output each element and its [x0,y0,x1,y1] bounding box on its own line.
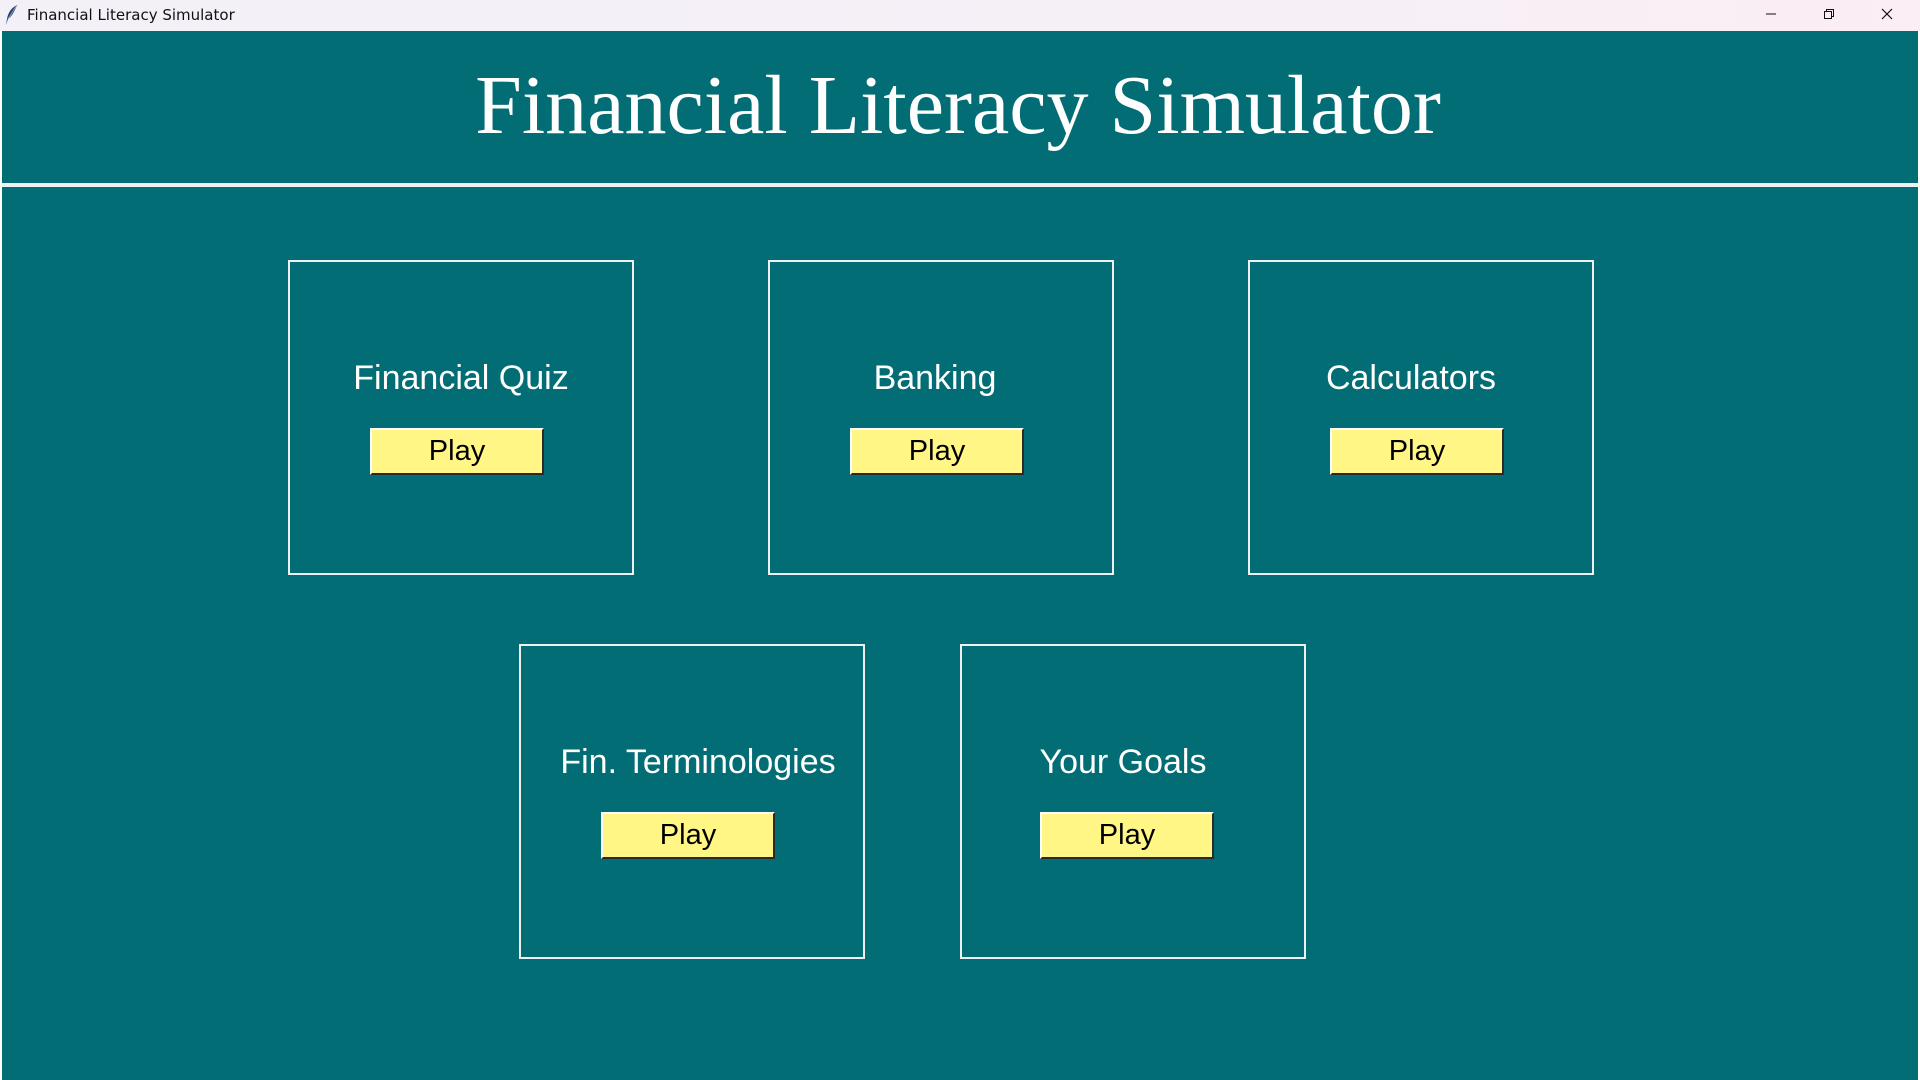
title-bar[interactable]: Financial Literacy Simulator [0,0,1920,31]
card-your-goals: Your Goals Play [960,644,1306,959]
card-banking: Banking Play [768,260,1114,575]
card-label: Your Goals [1039,743,1207,781]
card-label: Fin. Terminologies [560,743,836,781]
close-icon [1881,7,1893,25]
card-label: Calculators [1325,359,1497,397]
close-button[interactable] [1858,0,1916,31]
card-label: Banking [873,359,997,397]
financial-quiz-play-button[interactable]: Play [370,428,544,475]
your-goals-play-button[interactable]: Play [1040,812,1214,859]
restore-button[interactable] [1800,0,1858,31]
feather-icon [5,4,19,26]
card-label: Financial Quiz [353,359,569,397]
card-financial-quiz: Financial Quiz Play [288,260,634,575]
app-body: Financial Literacy Simulator Financial Q… [2,31,1918,1080]
card-fin-terminologies: Fin. Terminologies Play [519,644,865,959]
window-title: Financial Literacy Simulator [27,6,235,24]
minimize-icon [1765,7,1777,25]
app-window: Financial Literacy Simulator Financial L… [0,0,1920,1080]
header-divider [2,183,1918,187]
banking-play-button[interactable]: Play [850,428,1024,475]
header: Financial Literacy Simulator [2,31,1918,184]
page-title: Financial Literacy Simulator [475,59,1441,152]
minimize-button[interactable] [1742,0,1800,31]
card-calculators: Calculators Play [1248,260,1594,575]
calculators-play-button[interactable]: Play [1330,428,1504,475]
restore-icon [1823,7,1835,25]
fin-terminologies-play-button[interactable]: Play [601,812,775,859]
